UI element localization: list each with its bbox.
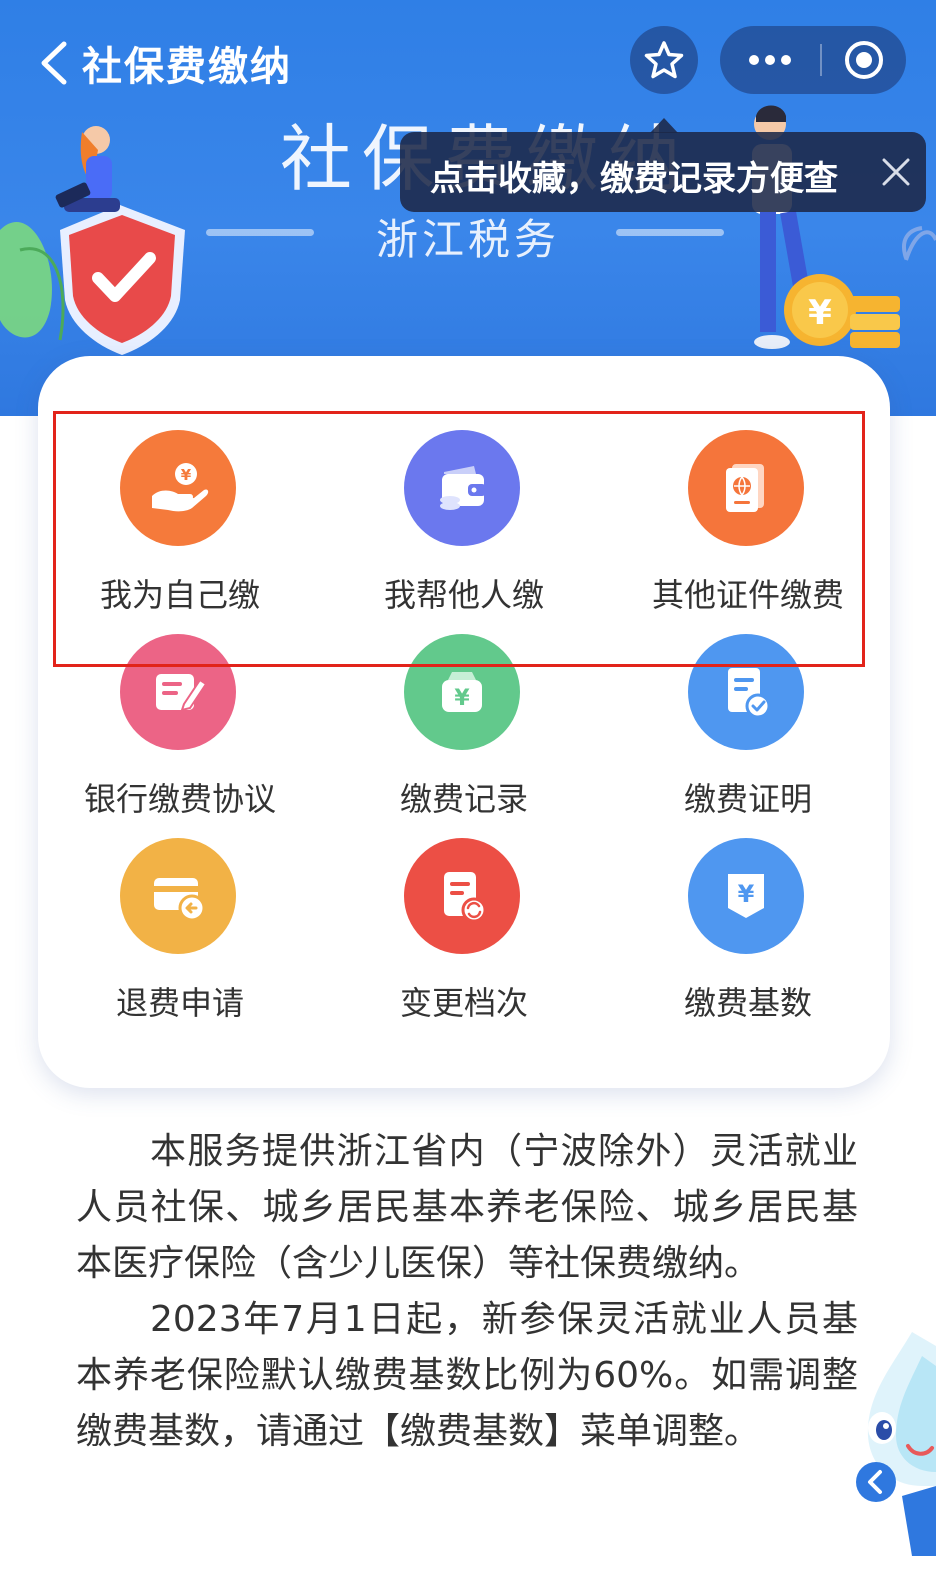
- star-icon: [644, 41, 684, 79]
- close-icon[interactable]: [878, 154, 914, 190]
- menu-item-label: 缴费证明: [683, 780, 812, 818]
- menu-item-label: 缴费基数: [683, 984, 812, 1022]
- menu-item-refund[interactable]: 退费申请: [38, 838, 322, 1038]
- more-button[interactable]: [720, 26, 820, 94]
- tooltip-arrow: [650, 118, 678, 133]
- menu-item-label: 退费申请: [115, 984, 244, 1022]
- refund-card-icon: [120, 838, 236, 954]
- svg-text:¥: ¥: [738, 880, 755, 908]
- close-app-button[interactable]: [822, 26, 906, 94]
- highlight-box: [53, 411, 865, 667]
- menu-item-label: 变更档次: [399, 984, 528, 1022]
- menu-item-payment-base[interactable]: ¥ 缴费基数: [606, 838, 890, 1038]
- nav-title: 社保费缴纳: [82, 44, 292, 90]
- menu-item-change-level[interactable]: 变更档次: [322, 838, 606, 1038]
- change-level-icon: [404, 838, 520, 954]
- yuan-base-icon: ¥: [688, 838, 804, 954]
- menu-item-label: 银行缴费协议: [83, 780, 276, 818]
- target-circle-icon: [845, 41, 883, 79]
- description-paragraph: 本服务提供浙江省内（宁波除外）灵活就业人员社保、城乡居民基本养老保险、城乡居民基…: [76, 1131, 858, 1284]
- mini-program-capsule: [720, 26, 906, 94]
- menu-item-label: 缴费记录: [399, 780, 528, 818]
- decor-line-right: [616, 229, 724, 236]
- assistant-mascot-button[interactable]: [852, 1326, 936, 1556]
- more-dots-icon: [749, 55, 791, 65]
- description-paragraph: 2023年7月1日起，新参保灵活就业人员基本养老保险默认缴费基数比例为60%。如…: [76, 1299, 858, 1452]
- favorite-button[interactable]: [630, 26, 698, 94]
- service-description: 本服务提供浙江省内（宁波除外）灵活就业人员社保、城乡居民基本养老保险、城乡居民基…: [76, 1124, 858, 1460]
- back-icon[interactable]: [36, 38, 76, 88]
- tooltip-text: 点击收藏，缴费记录方便查: [430, 159, 838, 199]
- svg-text:¥: ¥: [454, 686, 470, 711]
- hero-subtitle: 浙江税务: [375, 215, 560, 264]
- svg-text:¥: ¥: [808, 293, 832, 333]
- favorite-tooltip: 点击收藏，缴费记录方便查: [400, 132, 926, 212]
